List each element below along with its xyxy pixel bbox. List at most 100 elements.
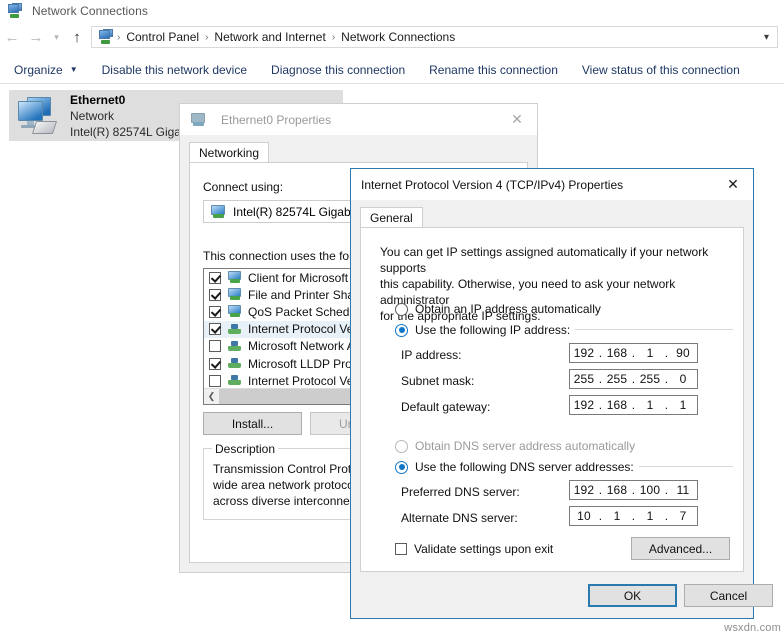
service-icon — [227, 305, 243, 318]
checkbox[interactable] — [209, 288, 221, 301]
octet-4[interactable]: 1 — [670, 398, 696, 412]
rename-connection-button[interactable]: Rename this connection — [429, 59, 558, 81]
back-arrow-icon[interactable]: ← — [0, 25, 24, 49]
protocol-icon — [227, 374, 243, 387]
checkbox[interactable] — [209, 305, 221, 318]
ok-button[interactable]: OK — [588, 584, 677, 607]
network-connections-icon — [7, 3, 23, 19]
breadcrumb-item-network-and-internet[interactable]: Network and Internet — [209, 30, 330, 44]
breadcrumb-network-connections-icon — [98, 29, 114, 45]
tab-general[interactable]: General — [360, 207, 423, 228]
radio-label: Obtain an IP address automatically — [415, 302, 601, 316]
preferred-dns-input[interactable]: 192. 168. 100. 11 — [569, 480, 698, 500]
organize-label: Organize — [14, 62, 63, 77]
octet-3[interactable]: 1 — [637, 509, 663, 523]
diagnose-connection-button[interactable]: Diagnose this connection — [271, 59, 405, 81]
octet-separator: . — [664, 346, 669, 360]
checkbox[interactable] — [209, 340, 221, 353]
octet-2[interactable]: 168 — [604, 483, 630, 497]
up-arrow-icon[interactable]: ↑ — [65, 25, 89, 49]
forward-arrow-icon[interactable]: → — [24, 25, 48, 49]
connection-status: Network — [70, 108, 115, 123]
octet-3[interactable]: 1 — [637, 398, 663, 412]
octet-3[interactable]: 1 — [637, 346, 663, 360]
subnet-mask-input[interactable]: 255. 255. 255. 0 — [569, 369, 698, 389]
ip-address-label: IP address: — [401, 348, 462, 362]
radio-button[interactable] — [395, 460, 408, 474]
octet-2[interactable]: 168 — [604, 398, 630, 412]
ethernet0-dialog-title: Ethernet0 Properties — [221, 112, 332, 127]
octet-4[interactable]: 90 — [670, 346, 696, 360]
connect-using-label: Connect using: — [203, 180, 284, 194]
close-icon[interactable]: ✕ — [713, 170, 753, 200]
radio-use-following-ip[interactable]: Use the following IP address: — [395, 323, 576, 337]
intro-line: You can get IP settings assigned automat… — [380, 245, 709, 275]
default-gateway-input[interactable]: 192. 168. 1. 1 — [569, 395, 698, 415]
breadcrumb-item-control-panel[interactable]: Control Panel — [121, 30, 204, 44]
octet-separator: . — [598, 509, 603, 523]
ipv4-tabstrip: General — [360, 207, 744, 228]
validate-settings-checkbox-row[interactable]: Validate settings upon exit — [395, 542, 553, 556]
scrollbar-thumb[interactable] — [219, 389, 369, 404]
octet-2[interactable]: 168 — [604, 346, 630, 360]
radio-button[interactable] — [395, 323, 408, 337]
service-icon — [227, 271, 243, 284]
breadcrumb-dropdown-chevron-down-icon[interactable]: ▾ — [758, 32, 775, 43]
alternate-dns-label: Alternate DNS server: — [401, 511, 518, 525]
protocol-icon — [227, 323, 243, 336]
install-button[interactable]: Install... — [203, 412, 302, 435]
address-bar-row: ← → ▾ ↑ › Control Panel › Network and In… — [0, 22, 784, 52]
ip-address-input[interactable]: 192. 168. 1. 90 — [569, 343, 698, 363]
alternate-dns-input[interactable]: 10. 1. 1. 7 — [569, 506, 698, 526]
disable-device-button[interactable]: Disable this network device — [102, 59, 247, 81]
octet-3[interactable]: 255 — [637, 372, 663, 386]
radio-label: Obtain DNS server address automatically — [415, 439, 636, 453]
ipv4-dialog-title: Internet Protocol Version 4 (TCP/IPv4) P… — [361, 177, 624, 192]
organize-button[interactable]: Organize ▼ — [14, 59, 78, 81]
octet-4[interactable]: 11 — [670, 483, 696, 497]
octet-4[interactable]: 7 — [670, 509, 696, 523]
octet-separator: . — [664, 483, 669, 497]
octet-separator: . — [664, 372, 669, 386]
octet-1[interactable]: 10 — [571, 509, 597, 523]
octet-4[interactable]: 0 — [670, 372, 696, 386]
description-group-label: Description — [212, 442, 279, 456]
recent-locations-chevron-down-icon[interactable]: ▾ — [48, 25, 65, 49]
chevron-left-icon[interactable]: ❮ — [204, 389, 219, 404]
breadcrumb[interactable]: › Control Panel › Network and Internet ›… — [91, 26, 778, 48]
octet-3[interactable]: 100 — [637, 483, 663, 497]
checkbox[interactable] — [395, 543, 407, 555]
octet-2[interactable]: 1 — [604, 509, 630, 523]
octet-separator: . — [598, 372, 603, 386]
tab-networking[interactable]: Networking — [189, 142, 270, 163]
radio-button[interactable] — [395, 302, 408, 316]
octet-1[interactable]: 255 — [571, 372, 597, 386]
radio-obtain-ip-automatically[interactable]: Obtain an IP address automatically — [395, 302, 601, 316]
protocol-icon — [227, 340, 243, 353]
octet-1[interactable]: 192 — [571, 398, 597, 412]
octet-1[interactable]: 192 — [571, 483, 597, 497]
close-icon[interactable]: ✕ — [497, 105, 537, 135]
advanced-button[interactable]: Advanced... — [631, 537, 730, 560]
cancel-button[interactable]: Cancel — [684, 584, 773, 607]
subnet-mask-label: Subnet mask: — [401, 374, 475, 388]
preferred-dns-label: Preferred DNS server: — [401, 485, 520, 499]
checkbox[interactable] — [209, 357, 221, 370]
watermark: wsxdn.com — [724, 622, 781, 634]
octet-separator: . — [664, 509, 669, 523]
checkbox[interactable] — [209, 323, 221, 336]
checkbox[interactable] — [209, 374, 221, 387]
connection-adapter: Intel(R) 82574L Giga — [70, 124, 181, 139]
octet-separator: . — [631, 372, 636, 386]
ipv4-properties-dialog: Internet Protocol Version 4 (TCP/IPv4) P… — [350, 168, 773, 619]
ethernet0-dialog-titlebar: Ethernet0 Properties ✕ — [180, 104, 537, 135]
view-status-button[interactable]: View status of this connection — [582, 59, 740, 81]
octet-separator: . — [631, 398, 636, 412]
radio-label: Use the following DNS server addresses: — [415, 460, 634, 474]
checkbox[interactable] — [209, 271, 221, 284]
octet-1[interactable]: 192 — [571, 346, 597, 360]
breadcrumb-item-network-connections[interactable]: Network Connections — [336, 30, 460, 44]
radio-use-following-dns[interactable]: Use the following DNS server addresses: — [395, 460, 639, 474]
radio-button — [395, 439, 408, 453]
octet-2[interactable]: 255 — [604, 372, 630, 386]
